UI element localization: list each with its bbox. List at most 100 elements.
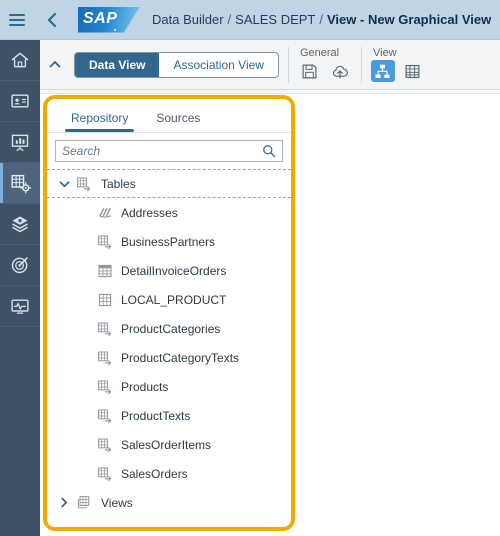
remote-table-icon xyxy=(95,234,115,250)
tab-repository[interactable]: Repository xyxy=(65,111,135,132)
layers-icon xyxy=(12,216,28,233)
save-button[interactable] xyxy=(298,60,322,82)
search-input[interactable] xyxy=(62,144,262,158)
data-builder-icon xyxy=(10,174,31,194)
tree-item-label: SalesOrders xyxy=(121,466,188,481)
tab-sources[interactable]: Sources xyxy=(150,111,206,132)
tree-item-label: Addresses xyxy=(121,205,178,220)
sap-logo-text: SAP xyxy=(83,9,118,27)
rail-item-story[interactable] xyxy=(0,122,40,163)
tree-node-tables[interactable]: Tables xyxy=(47,169,291,198)
tree-item-label: DetailInvoiceOrders xyxy=(121,263,227,278)
search-box[interactable] xyxy=(55,140,283,162)
toolbar-group-view-label: View xyxy=(372,47,397,59)
rail-item-catalog[interactable] xyxy=(0,81,40,122)
chevron-right-icon[interactable] xyxy=(55,497,73,508)
search-icon[interactable] xyxy=(262,144,276,158)
tree-item-detailinvoiceorders[interactable]: DetailInvoiceOrders xyxy=(47,256,291,285)
tree-node-label: Tables xyxy=(101,176,136,191)
panel-tabs: Repository Sources xyxy=(47,99,291,133)
monitor-pulse-icon xyxy=(11,299,29,314)
rail-item-home[interactable] xyxy=(0,40,40,81)
segment-data-view[interactable]: Data View xyxy=(75,52,160,77)
id-card-icon xyxy=(11,94,29,108)
rail-item-planning[interactable] xyxy=(0,245,40,286)
app-toolbar: Data View Association View General View xyxy=(40,40,500,90)
rail-item-data-builder[interactable] xyxy=(0,163,40,204)
toolbar-divider xyxy=(287,46,289,83)
sap-data-builder-window: SAP Data Builder / SALES DEPT / View - N… xyxy=(0,0,500,536)
tree-item-productcategories[interactable]: ProductCategories xyxy=(47,314,291,343)
breadcrumb-separator: / xyxy=(319,12,323,27)
views-stack-icon xyxy=(73,495,95,511)
tree-item-label: Products xyxy=(121,379,169,394)
toolbar-group-general-label: General xyxy=(299,47,340,59)
toolbar-group-view: View xyxy=(370,40,425,90)
tree-item-salesorders[interactable]: SalesOrders xyxy=(47,459,291,488)
toolbar-group-general-buttons xyxy=(298,60,352,82)
tree-item-label: ProductCategoryTexts xyxy=(121,350,240,365)
tree-item-products[interactable]: Products xyxy=(47,372,291,401)
remote-table-icon xyxy=(95,321,115,337)
chevron-left-icon xyxy=(47,12,56,27)
view-mode-segmented-control: Data View Association View xyxy=(74,51,279,78)
grid-table-icon xyxy=(406,64,420,78)
breadcrumb-current-page: View - New Graphical View xyxy=(327,12,492,27)
breadcrumb-separator: / xyxy=(227,12,232,27)
rail-spacer xyxy=(0,327,40,536)
remote-table-icon xyxy=(95,379,115,395)
tree-item-salesorderitems[interactable]: SalesOrderItems xyxy=(47,430,291,459)
table-view-button[interactable] xyxy=(401,60,425,82)
tree-item-local-product[interactable]: LOCAL_PRODUCT xyxy=(47,285,291,314)
save-floppy-icon xyxy=(303,64,317,78)
canvas-top-strip xyxy=(40,90,500,94)
toolbar-divider xyxy=(360,46,362,83)
sap-logo[interactable]: SAP xyxy=(78,6,140,33)
tree-item-label: BusinessPartners xyxy=(121,234,216,249)
panel-search-row xyxy=(47,133,291,168)
tree-item-label: LOCAL_PRODUCT xyxy=(121,292,227,307)
deploy-button[interactable] xyxy=(328,60,352,82)
view-table-icon xyxy=(95,263,115,279)
segment-association-view[interactable]: Association View xyxy=(159,53,278,77)
presentation-board-icon xyxy=(11,134,29,151)
graphical-view-button[interactable] xyxy=(370,60,395,82)
breadcrumb-item-data-builder[interactable]: Data Builder xyxy=(152,12,224,27)
local-table-stack-icon xyxy=(95,205,115,221)
repository-panel: Repository Sources Search Tables Address… xyxy=(47,99,291,527)
hamburger-icon xyxy=(9,13,25,26)
remote-table-icon xyxy=(95,437,115,453)
rail-item-business-builder[interactable] xyxy=(0,204,40,245)
tree-item-label: ProductCategories xyxy=(121,321,221,336)
cloud-upload-icon xyxy=(332,65,348,78)
remote-table-icon xyxy=(73,176,95,192)
remote-table-icon xyxy=(95,466,115,482)
rail-item-system-monitor[interactable] xyxy=(0,286,40,327)
hierarchy-icon xyxy=(376,64,390,78)
breadcrumb: Data Builder / SALES DEPT / View - New G… xyxy=(152,12,491,27)
tree-item-label: SalesOrderItems xyxy=(121,437,212,452)
home-icon xyxy=(11,52,29,68)
tree-node-label: Views xyxy=(101,495,133,510)
repository-panel-highlight: Repository Sources Search Tables Address… xyxy=(43,95,295,531)
chevron-down-icon[interactable] xyxy=(55,180,73,188)
tree-item-producttexts[interactable]: ProductTexts xyxy=(47,401,291,430)
tree-item-addresses[interactable]: Addresses xyxy=(47,198,291,227)
tree-item-businesspartners[interactable]: BusinessPartners xyxy=(47,227,291,256)
shell-header: SAP Data Builder / SALES DEPT / View - N… xyxy=(0,0,500,40)
remote-table-icon xyxy=(95,350,115,366)
back-button[interactable] xyxy=(34,0,68,40)
chevron-up-icon xyxy=(49,61,61,68)
toolbar-collapse-button[interactable] xyxy=(40,40,70,90)
sap-logo-registered-mark xyxy=(114,28,116,31)
toolbar-group-view-buttons xyxy=(370,60,425,82)
tree-item-productcategorytexts[interactable]: ProductCategoryTexts xyxy=(47,343,291,372)
menu-button[interactable] xyxy=(0,0,34,40)
remote-table-icon xyxy=(95,408,115,424)
left-nav-rail xyxy=(0,40,40,536)
toolbar-group-general: General xyxy=(298,40,352,90)
tree-node-views[interactable]: Views xyxy=(47,488,291,517)
grid-table-icon xyxy=(95,292,115,308)
tree-item-label: ProductTexts xyxy=(121,408,191,423)
breadcrumb-item-sales-dept[interactable]: SALES DEPT xyxy=(235,12,315,27)
